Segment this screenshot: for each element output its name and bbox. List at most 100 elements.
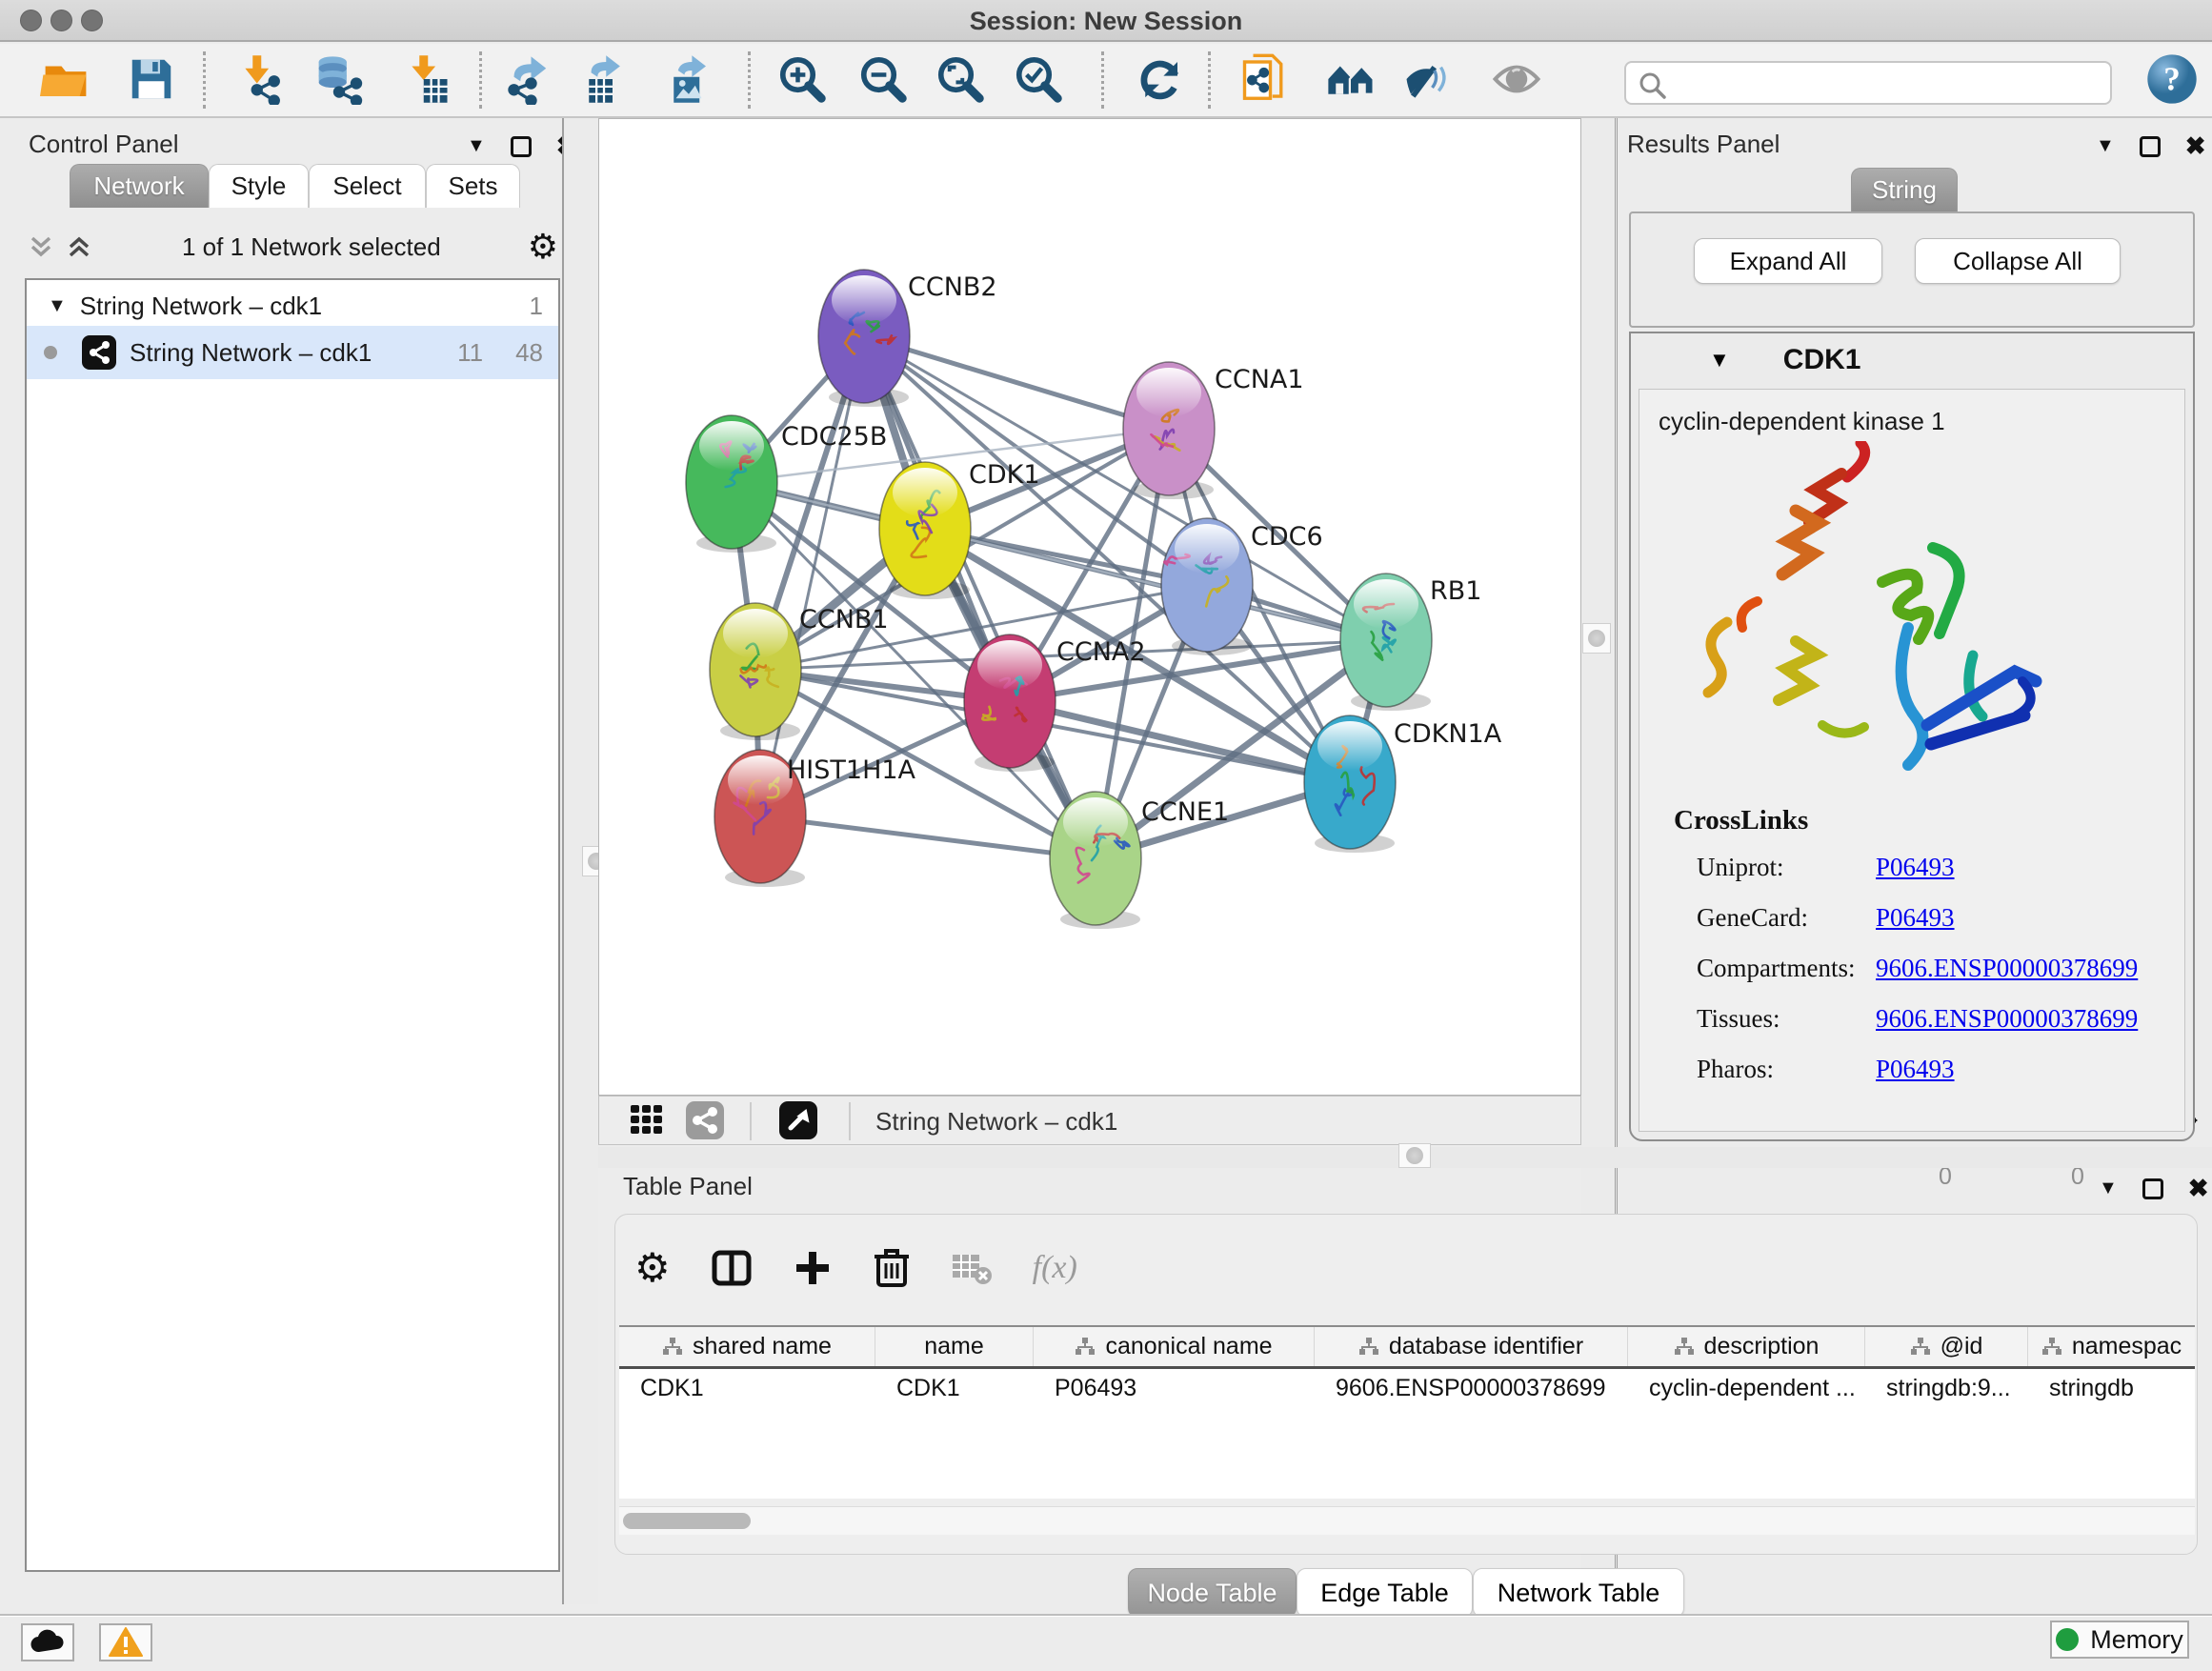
table-panel-float-icon[interactable]: [2142, 1178, 2163, 1199]
table-panel-float-menu-icon[interactable]: ▼: [2099, 1178, 2118, 1199]
home-networks-button[interactable]: [1323, 52, 1378, 108]
network-collection-row[interactable]: ▼ String Network – cdk1 1: [27, 286, 558, 326]
uniprot-link[interactable]: P06493: [1876, 853, 1955, 882]
expand-all-chevron-icon[interactable]: [63, 231, 95, 263]
export-table-button[interactable]: [576, 52, 632, 108]
cell-description[interactable]: cyclin-dependent ...: [1628, 1369, 1865, 1409]
network-node-CCNE1[interactable]: [1050, 792, 1141, 929]
table-row[interactable]: CDK1 CDK1 P06493 9606.ENSP00000378699 cy…: [619, 1369, 2195, 1409]
table-horizontal-scrollbar[interactable]: [619, 1506, 2195, 1535]
node-label-CCNB2: CCNB2: [908, 272, 997, 302]
horizontal-splitter-handle[interactable]: [1398, 1143, 1431, 1168]
column-header-id[interactable]: @id: [1865, 1327, 2028, 1366]
network-node-CDK1[interactable]: [879, 462, 971, 599]
compartments-link[interactable]: 9606.ENSP00000378699: [1876, 954, 2138, 983]
hide-unhide-button[interactable]: [1400, 52, 1456, 108]
network-edge-CCNB2-CCNA1[interactable]: [864, 336, 1169, 429]
cell-id[interactable]: stringdb:9...: [1865, 1369, 2028, 1409]
zoom-in-button[interactable]: [774, 52, 830, 108]
birds-eye-view-button[interactable]: [776, 1099, 820, 1143]
control-panel-float-icon[interactable]: [511, 136, 532, 157]
collection-expander-icon[interactable]: ▼: [48, 295, 67, 317]
network-edge-CCNE1-HIST1H1A[interactable]: [760, 816, 1096, 858]
network-node-RB1[interactable]: [1340, 574, 1432, 711]
column-header-database-identifier[interactable]: database identifier: [1315, 1327, 1628, 1366]
control-panel-float-menu-icon[interactable]: ▼: [467, 135, 486, 157]
genecard-link[interactable]: P06493: [1876, 903, 1955, 933]
open-session-button[interactable]: [38, 52, 93, 108]
zoom-fit-button[interactable]: [933, 52, 988, 108]
network-node-CCNB2[interactable]: [818, 270, 910, 407]
delete-column-trash-icon[interactable]: [873, 1247, 911, 1289]
column-header-namespace[interactable]: namespac: [2028, 1327, 2195, 1366]
results-panel-float-menu-icon[interactable]: ▼: [2096, 135, 2115, 157]
collapse-all-button[interactable]: Collapse All: [1915, 238, 2121, 284]
cybrowser-document-button[interactable]: [1238, 52, 1294, 108]
show-graphics-button[interactable]: [1489, 52, 1544, 108]
warning-status-button[interactable]: [99, 1623, 152, 1661]
import-network-database-button[interactable]: [312, 52, 367, 108]
column-header-name[interactable]: name: [875, 1327, 1034, 1366]
shared-column-icon: [1358, 1337, 1379, 1358]
refresh-button[interactable]: [1133, 52, 1188, 108]
zoom-in-icon: [776, 53, 828, 105]
tab-node-table[interactable]: Node Table: [1128, 1568, 1297, 1618]
zoom-selected-button[interactable]: [1011, 52, 1066, 108]
network-node-CDKN1A[interactable]: [1304, 715, 1396, 853]
tab-style[interactable]: Style: [209, 164, 309, 208]
network-node-CCNB1[interactable]: [710, 603, 801, 740]
collapse-all-chevron-icon[interactable]: [25, 231, 57, 263]
export-image-button[interactable]: [661, 52, 716, 108]
import-table-button[interactable]: [398, 52, 453, 108]
column-header-shared-name[interactable]: shared name: [619, 1327, 875, 1366]
cloud-status-button[interactable]: [21, 1623, 74, 1661]
scrollbar-thumb[interactable]: [623, 1513, 751, 1529]
help-button[interactable]: ?: [2144, 52, 2200, 108]
cell-shared-name[interactable]: CDK1: [619, 1369, 875, 1409]
network-mode-button[interactable]: [683, 1099, 727, 1143]
network-node-CDC25B[interactable]: [686, 415, 777, 553]
save-session-button[interactable]: [124, 52, 179, 108]
node-accordion-header[interactable]: ▼ CDK1: [1631, 333, 2193, 387]
cell-name[interactable]: CDK1: [875, 1369, 1034, 1409]
tissues-link[interactable]: 9606.ENSP00000378699: [1876, 1004, 2138, 1034]
search-input[interactable]: [1678, 65, 2097, 101]
column-header-description[interactable]: description: [1628, 1327, 1865, 1366]
node-label-CCNB1: CCNB1: [799, 605, 889, 634]
column-header-canonical-name[interactable]: canonical name: [1034, 1327, 1315, 1366]
cell-namespace[interactable]: stringdb: [2028, 1369, 2195, 1409]
tab-network[interactable]: Network: [70, 164, 209, 208]
horizontal-splitter[interactable]: [598, 1147, 2212, 1168]
show-columns-icon[interactable]: [711, 1247, 753, 1289]
table-panel-close-icon[interactable]: ✖: [2188, 1174, 2209, 1203]
tab-edge-table[interactable]: Edge Table: [1297, 1568, 1473, 1618]
left-panel-splitter[interactable]: [562, 118, 598, 1604]
network-graph[interactable]: CCNB2CCNA1CDC25BCDK1CDC6RB1CCNB1CCNA2CDK…: [599, 119, 1580, 1095]
network-options-gear-icon[interactable]: ⚙: [528, 230, 558, 264]
export-network-button[interactable]: [499, 52, 554, 108]
accordion-expander-icon[interactable]: ▼: [1709, 348, 1730, 372]
tab-network-table[interactable]: Network Table: [1473, 1568, 1684, 1618]
results-panel-close-icon[interactable]: ✖: [2185, 131, 2206, 161]
grid-mode-button[interactable]: [626, 1099, 670, 1143]
tab-sets[interactable]: Sets: [426, 164, 520, 208]
tab-select[interactable]: Select: [309, 164, 426, 208]
memory-button[interactable]: Memory: [2050, 1621, 2189, 1659]
right-splitter-handle[interactable]: [1582, 623, 1611, 654]
network-node-CDC6[interactable]: [1161, 518, 1253, 655]
network-canvas[interactable]: CCNB2CCNA1CDC25BCDK1CDC6RB1CCNB1CCNA2CDK…: [598, 118, 1581, 1096]
results-panel-float-icon[interactable]: [2140, 136, 2161, 157]
cell-canonical-name[interactable]: P06493: [1034, 1369, 1315, 1409]
cell-database-identifier[interactable]: 9606.ENSP00000378699: [1315, 1369, 1628, 1409]
pharos-link[interactable]: P06493: [1876, 1055, 1955, 1084]
network-node-CCNA1[interactable]: [1123, 362, 1215, 499]
tab-string[interactable]: String: [1851, 168, 1958, 211]
import-network-file-button[interactable]: [231, 52, 287, 108]
node-label-CDKN1A: CDKN1A: [1394, 719, 1502, 749]
table-options-gear-icon[interactable]: ⚙: [634, 1248, 671, 1288]
toolbar-separator: [1101, 51, 1104, 109]
network-row[interactable]: String Network – cdk1 11 48: [27, 326, 558, 379]
create-column-plus-icon[interactable]: [793, 1248, 833, 1288]
zoom-out-button[interactable]: [855, 52, 911, 108]
expand-all-button[interactable]: Expand All: [1694, 238, 1882, 284]
